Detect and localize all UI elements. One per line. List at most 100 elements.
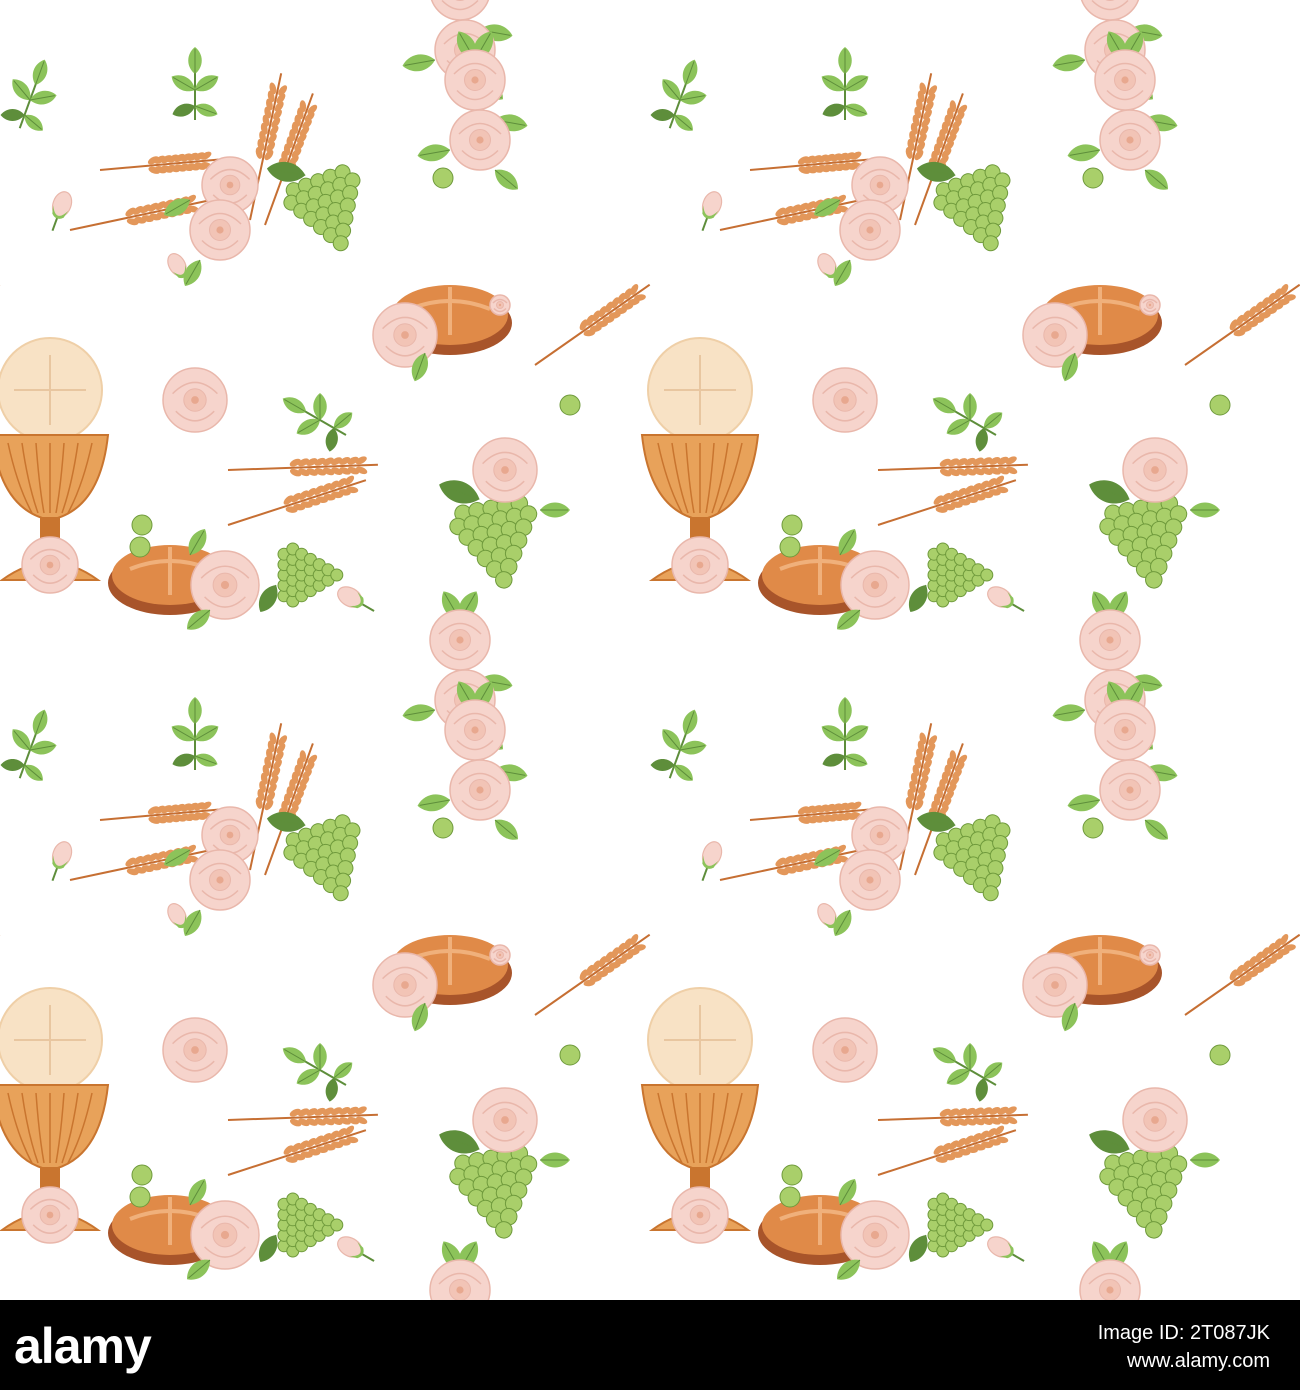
single-grape-icon	[779, 1186, 801, 1208]
leaf-icon	[822, 103, 846, 117]
leaf-icon	[821, 725, 846, 742]
wheat-ear-icon	[1184, 933, 1300, 1016]
grape-bunch-icon	[258, 542, 344, 613]
rose-bouquet	[1067, 31, 1178, 190]
leaf-icon	[932, 397, 957, 414]
alamy-logo: alamy	[14, 1318, 152, 1374]
rose-icon	[1099, 759, 1161, 821]
grape-bunch-icon	[266, 161, 361, 252]
leaf-icon	[171, 75, 196, 92]
leaf-icon	[540, 502, 570, 518]
leaf-icon	[1052, 54, 1086, 72]
bread-rose-grapes-under-chalice	[21, 1179, 344, 1280]
leaf-sprig-icon	[932, 1043, 1003, 1102]
rose-icon	[189, 199, 251, 261]
leaf-sprig-icon	[821, 47, 869, 120]
leaf-icon	[682, 709, 698, 736]
rose-icon	[839, 849, 901, 911]
leaf-icon	[844, 75, 869, 92]
grape-bunch-icon	[266, 811, 361, 902]
wheat-ear-icon	[534, 283, 651, 366]
rose-icon	[812, 1017, 878, 1083]
rose-icon	[812, 367, 878, 433]
rose-wheat-grape-bouquet	[69, 723, 361, 936]
leaf-icon	[313, 1043, 327, 1070]
site-url: www.alamy.com	[1127, 1350, 1270, 1372]
wheat-ear-icon	[749, 801, 870, 824]
rose-bud-icon	[51, 191, 73, 232]
wheat-ear-icon	[877, 1125, 1017, 1176]
rose-icon	[449, 759, 511, 821]
leaf-icon	[650, 759, 675, 772]
rose-icon	[190, 1200, 260, 1270]
single-grape-icon	[129, 1186, 151, 1208]
rose-bouquet	[417, 681, 528, 840]
leaf-icon	[838, 697, 852, 724]
rose-icon	[449, 109, 511, 171]
leaf-icon	[194, 103, 218, 117]
wheat-pair	[877, 1106, 1028, 1176]
bread-with-rose	[372, 285, 512, 382]
leaf-icon	[194, 725, 219, 742]
leaf-icon	[844, 753, 868, 767]
leaf-icon	[963, 1043, 977, 1070]
wheat-ear-icon	[69, 844, 208, 881]
rose-icon	[489, 294, 511, 316]
grapes-with-rose	[439, 1087, 570, 1239]
rose-wheat-grape-bouquet	[69, 73, 361, 286]
rose-icon	[840, 1200, 910, 1270]
leaf-sprig-icon	[650, 59, 707, 131]
rose-icon	[189, 849, 251, 911]
rose-bud-icon	[337, 586, 375, 612]
rose-icon	[1022, 952, 1088, 1018]
rose-icon	[190, 550, 260, 620]
communion-pattern-canvas	[0, 0, 1300, 1300]
grape-bunch-icon	[908, 1192, 994, 1263]
leaf-sprig-icon	[0, 709, 57, 781]
leaf-icon	[32, 59, 48, 86]
grapes-with-rose	[1089, 437, 1220, 589]
leaf-sprig-icon	[171, 697, 219, 770]
wheat-ear-icon	[99, 801, 220, 824]
leaf-icon	[172, 753, 196, 767]
leaf-sprig-icon	[821, 697, 869, 770]
bread-rose-grapes-under-chalice	[671, 1179, 994, 1280]
single-grape-icon	[131, 514, 153, 536]
wheat-ear-icon	[749, 151, 870, 174]
wheat-ear-icon	[0, 933, 1, 1016]
wheat-ear-icon	[69, 194, 208, 231]
bread-with-rose	[1022, 935, 1162, 1032]
rose-icon	[1139, 294, 1161, 316]
rose-bud-icon	[337, 1236, 375, 1262]
rose-icon	[21, 536, 79, 594]
rose-bouquet	[1079, 1241, 1141, 1300]
rose-icon	[671, 536, 729, 594]
wheat-ear-icon	[877, 1106, 1028, 1127]
single-grape-icon	[779, 536, 801, 558]
wheat-ear-icon	[534, 933, 651, 1016]
wheat-pair	[877, 456, 1028, 526]
rose-bud-icon	[987, 586, 1025, 612]
wheat-pair	[227, 456, 378, 526]
leaf-icon	[1052, 704, 1086, 722]
wheat-ear-icon	[719, 844, 858, 881]
leaf-icon	[1144, 819, 1168, 840]
wheat-ear-icon	[99, 151, 220, 174]
rose-icon	[1139, 944, 1161, 966]
rose-bud-icon	[987, 1236, 1025, 1262]
leaf-icon	[194, 753, 218, 767]
single-grape-icon	[1082, 817, 1104, 839]
leaf-icon	[821, 75, 846, 92]
rose-icon	[472, 437, 538, 503]
rose-icon	[430, 0, 490, 21]
wheat-ear-icon	[227, 1125, 367, 1176]
rose-icon	[1094, 49, 1156, 111]
wheat-ear-icon	[227, 456, 378, 477]
rose-bud-icon	[51, 841, 73, 882]
leaf-icon	[0, 759, 25, 772]
leaf-icon	[282, 397, 307, 414]
grape-bunch-icon	[258, 1192, 344, 1263]
rose-icon	[840, 550, 910, 620]
leaf-icon	[1144, 169, 1168, 190]
grape-bunch-icon	[916, 811, 1011, 902]
